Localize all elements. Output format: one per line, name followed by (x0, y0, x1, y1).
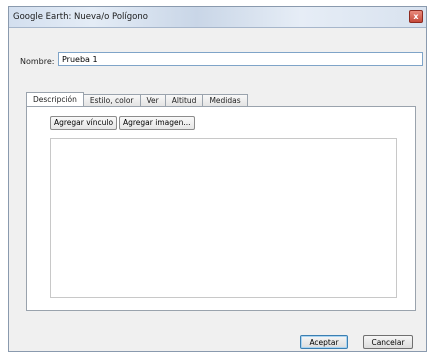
window-title: Google Earth: Nueva/o Polígono (13, 12, 148, 22)
description-panel: Agregar vínculo Agregar imagen... (26, 106, 416, 311)
tab-view[interactable]: Ver (139, 94, 166, 106)
add-link-button[interactable]: Agregar vínculo (50, 116, 118, 130)
tab-description[interactable]: Descripción (26, 92, 84, 106)
tab-style-color[interactable]: Estilo, color (82, 94, 141, 106)
cancel-button[interactable]: Cancelar (363, 335, 413, 349)
tab-measurements[interactable]: Medidas (202, 94, 248, 106)
close-icon: x (413, 11, 419, 21)
description-textarea[interactable] (50, 138, 397, 298)
name-label: Nombre: (20, 57, 55, 66)
accept-button[interactable]: Aceptar (300, 335, 348, 349)
tab-altitude[interactable]: Altitud (164, 94, 204, 106)
name-input[interactable] (58, 52, 423, 66)
title-bar[interactable]: Google Earth: Nueva/o Polígono x (9, 7, 426, 28)
dialog-window: Google Earth: Nueva/o Polígono x Nombre:… (8, 6, 427, 352)
add-image-button[interactable]: Agregar imagen... (119, 116, 195, 130)
tab-bar: Descripción Estilo, color Ver Altitud Me… (26, 92, 248, 106)
close-button[interactable]: x (409, 10, 423, 23)
